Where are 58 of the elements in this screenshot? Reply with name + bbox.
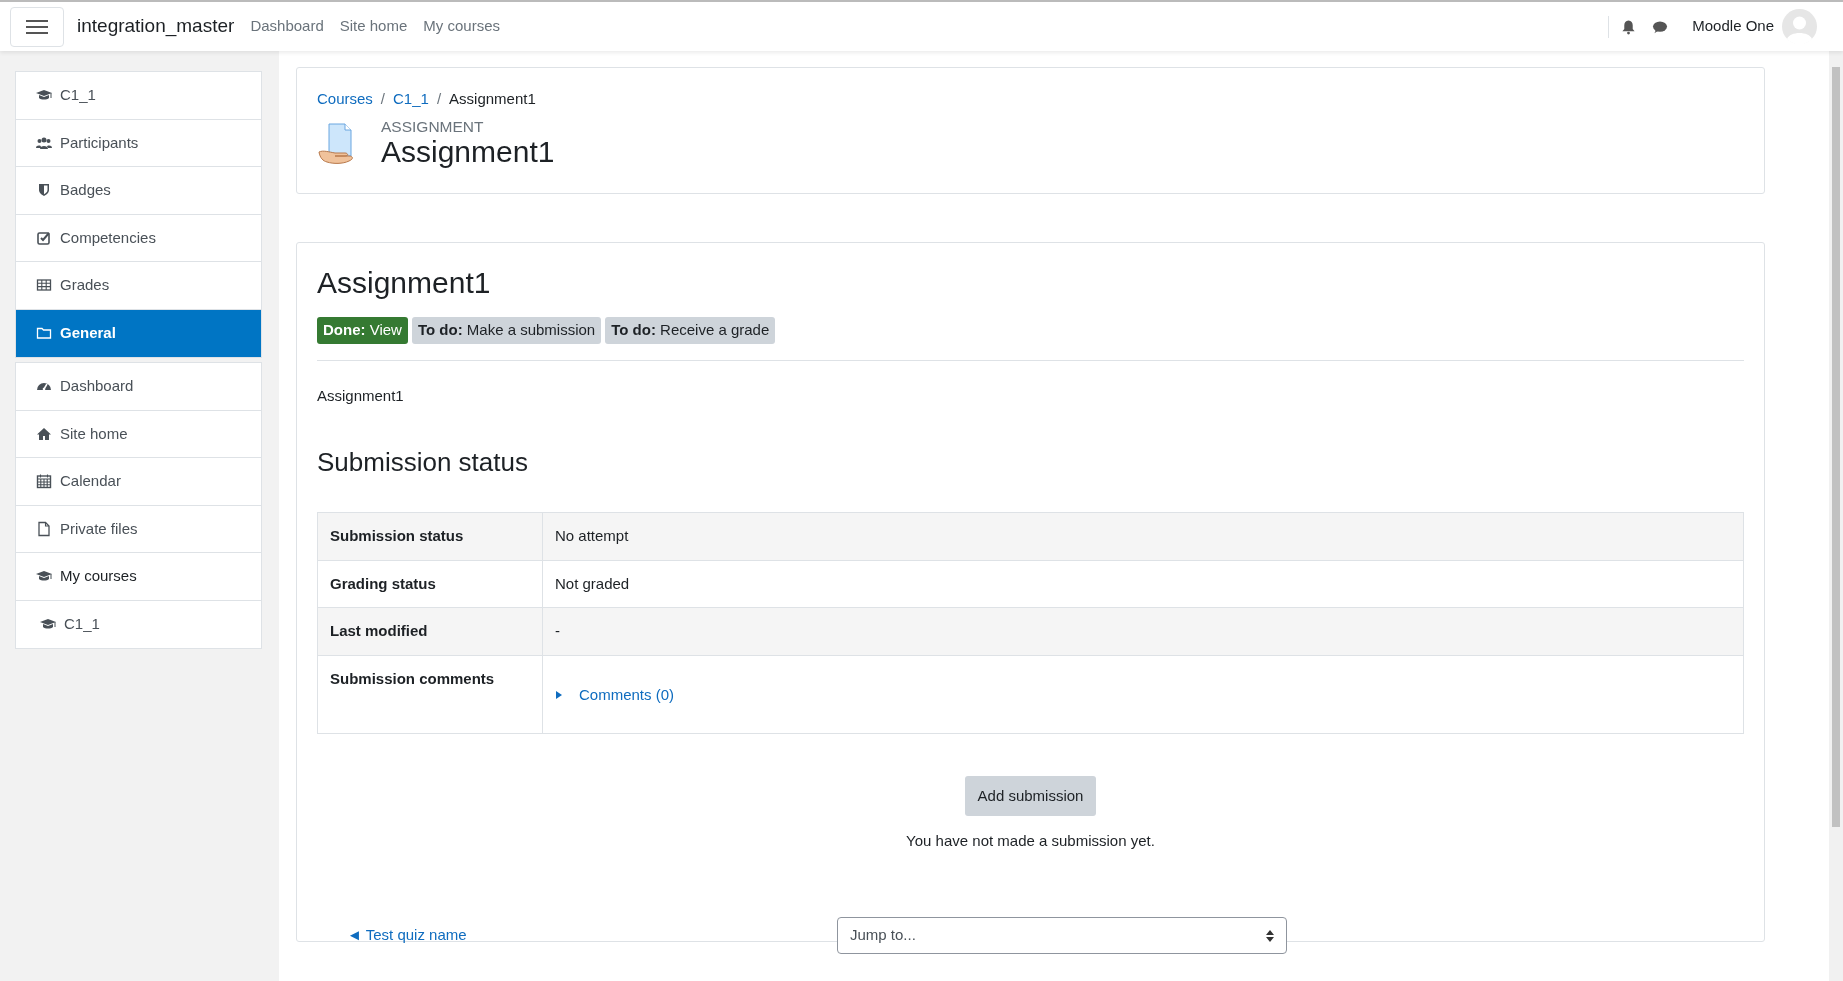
breadcrumb-separator: /	[380, 89, 386, 109]
menu-button[interactable]	[10, 6, 64, 47]
table-cell: -	[542, 607, 1744, 656]
table-cell: No attempt	[542, 512, 1744, 561]
breadcrumb-link[interactable]: Courses	[317, 88, 373, 111]
home-icon	[36, 425, 52, 442]
file-icon	[36, 520, 52, 537]
table-cell: Grading status	[317, 560, 543, 608]
sidebar-item[interactable]: C1_1	[16, 600, 261, 648]
sidebar-item[interactable]: Site home	[16, 410, 261, 458]
sidebar-item[interactable]: Calendar	[16, 458, 261, 506]
completion-badge: To do: Make a submission	[411, 317, 602, 344]
breadcrumb-separator: /	[436, 89, 442, 109]
table-cell: Last modified	[317, 607, 543, 656]
table-cell: Not graded	[542, 560, 1744, 608]
scrollbar-thumb[interactable]	[1832, 67, 1840, 827]
info-text: You have not made a submission yet.	[906, 831, 1155, 852]
scrollbar[interactable]	[1829, 51, 1843, 981]
add-submission-button[interactable]: Add submission	[964, 775, 1097, 817]
comments-link[interactable]: Comments (0)	[555, 683, 675, 707]
jump-to-select[interactable]: Jump to...	[837, 916, 1287, 954]
completion-badge: Done: View	[317, 317, 408, 344]
chat-icon	[1652, 19, 1669, 35]
page-title: Assignment1	[381, 134, 555, 170]
user-name[interactable]: Moodle One	[1692, 15, 1774, 38]
sidebar-item[interactable]: Badges	[16, 167, 261, 215]
table-icon	[36, 277, 52, 294]
section-heading: Submission status	[317, 447, 529, 479]
site-name[interactable]: integration_master	[77, 12, 235, 41]
sidebar-item[interactable]: General	[16, 309, 261, 357]
sidebar-item[interactable]: Private files	[16, 505, 261, 553]
table-cell: Submission status	[317, 512, 543, 561]
folder-icon	[36, 325, 52, 342]
table-cell: Submission comments	[317, 655, 543, 734]
caret-right-icon	[555, 689, 563, 700]
nav-link[interactable]: Dashboard	[250, 15, 324, 38]
avatar-icon	[1782, 9, 1817, 44]
sidebar-item[interactable]: Dashboard	[16, 363, 261, 411]
breadcrumb-current: Assignment1	[449, 89, 536, 109]
previous-activity-link[interactable]: ◄ Test quiz name	[347, 923, 837, 947]
sidebar-item[interactable]: C1_1	[16, 72, 261, 120]
nav-link[interactable]: Site home	[339, 15, 408, 38]
menu-icon	[26, 18, 48, 35]
calendar-icon	[36, 473, 52, 490]
sidebar-item[interactable]: Participants	[16, 119, 261, 167]
module-type: ASSIGNMENT	[381, 118, 485, 134]
activity-title: Assignment1	[317, 265, 492, 301]
sidebar-item[interactable]: My courses	[16, 553, 261, 601]
nav-link[interactable]: My courses	[423, 15, 500, 38]
select-arrows-icon	[1266, 929, 1274, 942]
description-text: Assignment1	[317, 385, 405, 406]
checkbox-icon	[36, 229, 52, 246]
bell-icon	[1621, 19, 1637, 36]
breadcrumb-link[interactable]: C1_1	[393, 88, 429, 111]
sidebar-item[interactable]: Competencies	[16, 214, 261, 262]
sidebar-item[interactable]: Grades	[16, 262, 261, 310]
completion-badge: To do: Receive a grade	[605, 317, 776, 344]
shield-icon	[36, 182, 52, 199]
